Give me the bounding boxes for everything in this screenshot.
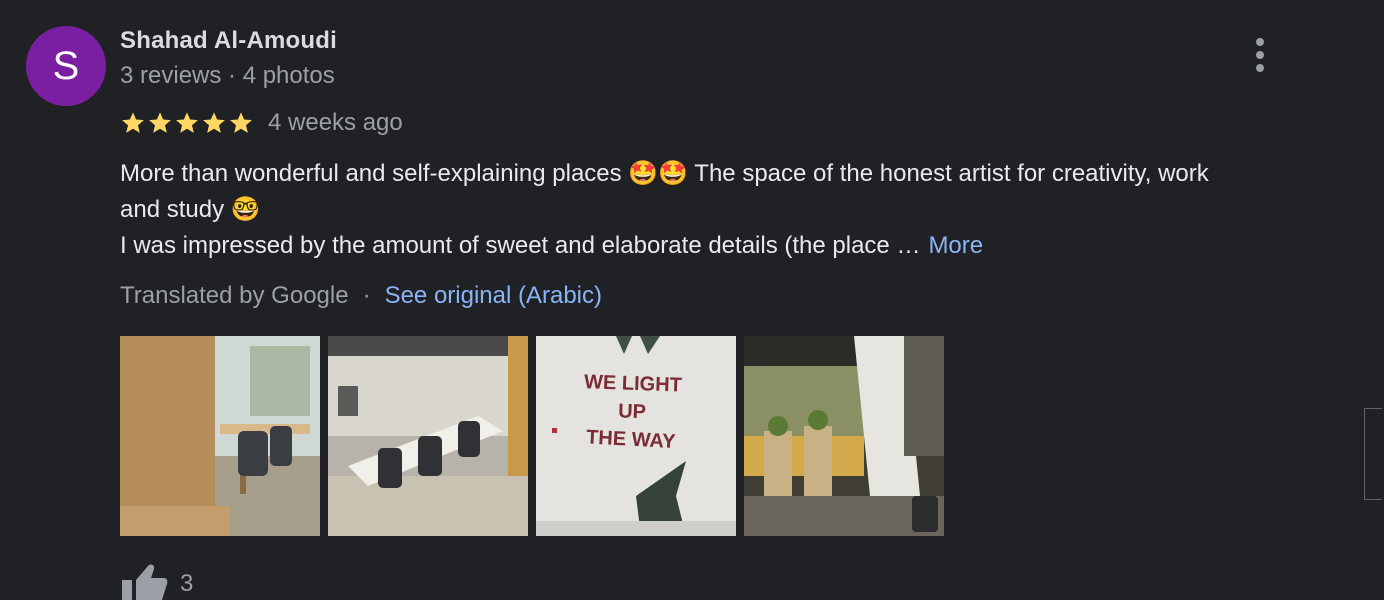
sign-text-line: THE WAY: [586, 426, 677, 453]
like-row: 3: [120, 562, 193, 600]
review-text-line: More than wonderful and self-explaining …: [120, 160, 1209, 187]
sign-text-line: WE LIGHT: [584, 371, 682, 396]
star-icon: [149, 112, 171, 133]
review-photo[interactable]: WE LIGHT UP THE WAY: [536, 336, 736, 536]
sign-text-line: UP: [618, 400, 647, 423]
like-count: 3: [180, 570, 194, 597]
photo-strip: WE LIGHT UP THE WAY: [120, 336, 944, 536]
author-name[interactable]: Shahad Al-Amoudi: [120, 27, 337, 55]
review-date: 4 weeks ago: [268, 109, 403, 136]
star-icon: [203, 112, 225, 133]
review-photo[interactable]: [744, 336, 944, 536]
review-text: More than wonderful and self-explaining …: [120, 156, 1310, 264]
star-icon: [176, 112, 198, 133]
avatar[interactable]: S: [26, 26, 106, 106]
translation-row: Translated by Google · See original (Arabi…: [120, 282, 602, 310]
star-rating: [120, 110, 254, 136]
review-photo[interactable]: [328, 336, 528, 536]
scrollbar[interactable]: [1364, 408, 1382, 500]
review-text-line-last: I was impressed by the amount of sweet a…: [120, 228, 1310, 264]
more-vert-icon[interactable]: [1240, 34, 1280, 78]
author-meta: 3 reviews · 4 photos: [120, 62, 335, 89]
see-original-link[interactable]: See original (Arabic): [385, 282, 602, 309]
review-card: S Shahad Al-Amoudi 3 reviews · 4 photos …: [0, 0, 1384, 600]
review-text-line: I was impressed by the amount of sweet a…: [120, 232, 921, 259]
review-photo[interactable]: [120, 336, 320, 536]
star-icon: [230, 112, 252, 133]
rating-row: 4 weeks ago: [120, 108, 403, 138]
separator: ·: [362, 282, 371, 309]
thumb-up-icon[interactable]: [120, 562, 168, 600]
translated-by-label: Translated by Google: [120, 282, 349, 309]
star-icon: [122, 112, 144, 133]
review-text-line: and study 🤓: [120, 196, 261, 223]
more-link[interactable]: More: [928, 232, 983, 259]
